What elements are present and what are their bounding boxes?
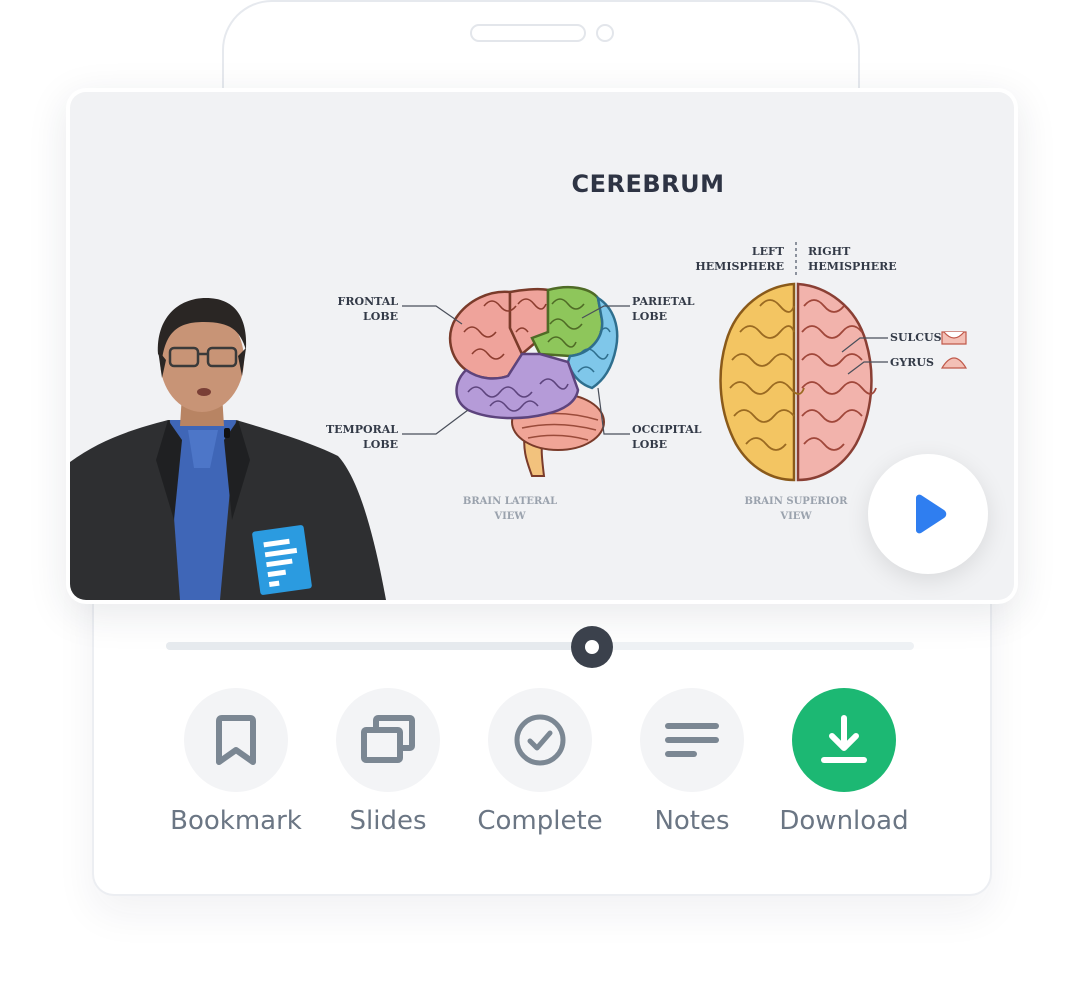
complete-button[interactable]: Complete <box>470 688 610 836</box>
play-button[interactable] <box>868 454 988 574</box>
complete-button-circle <box>488 688 592 792</box>
phone-camera <box>596 24 614 42</box>
phone-speaker <box>470 24 586 42</box>
label-sulcus: SULCUS <box>890 331 942 344</box>
presenter-video <box>70 298 386 600</box>
notes-label: Notes <box>654 806 730 836</box>
label-left-hemisphere: LEFT HEMISPHERE <box>695 245 784 273</box>
download-button[interactable]: Download <box>774 688 914 836</box>
bookmark-label: Bookmark <box>170 806 302 836</box>
label-right-hemisphere: RIGHT HEMISPHERE <box>808 245 897 273</box>
slides-icon <box>361 715 415 763</box>
progress-fill <box>166 642 593 650</box>
notes-icon <box>665 723 719 757</box>
slides-button[interactable]: Slides <box>318 688 458 836</box>
brain-lateral-diagram <box>402 286 630 477</box>
slides-label: Slides <box>349 806 427 836</box>
download-icon <box>821 715 867 763</box>
label-parietal-lobe: PARIETAL LOBE <box>632 295 695 323</box>
notes-button-circle <box>640 688 744 792</box>
play-icon <box>916 494 947 534</box>
caption-superior-view: BRAIN SUPERIOR VIEW <box>744 496 848 522</box>
download-button-circle <box>792 688 896 792</box>
check-circle-icon <box>514 714 566 766</box>
notes-button[interactable]: Notes <box>622 688 762 836</box>
label-gyrus: GYRUS <box>890 356 934 369</box>
bookmark-button[interactable]: Bookmark <box>166 688 306 836</box>
complete-label: Complete <box>477 806 603 836</box>
caption-lateral-view: BRAIN LATERAL VIEW <box>462 496 558 522</box>
label-occipital-lobe: OCCIPITAL LOBE <box>632 423 702 451</box>
bookmark-icon <box>216 715 256 765</box>
download-label: Download <box>779 806 909 836</box>
progress-track[interactable] <box>166 642 914 650</box>
bookmark-button-circle <box>184 688 288 792</box>
slides-button-circle <box>336 688 440 792</box>
